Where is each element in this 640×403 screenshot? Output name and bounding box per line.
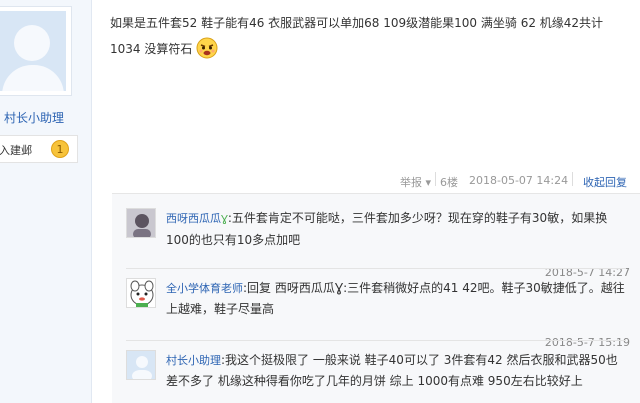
author-level-box: 入建邺 1 bbox=[0, 135, 78, 163]
reply-timestamp: 2018-5-7 15:19 bbox=[544, 336, 630, 349]
author-avatar-frame[interactable] bbox=[0, 6, 72, 96]
avatar[interactable] bbox=[126, 350, 156, 380]
angry-face-emoji-icon bbox=[196, 37, 218, 59]
collapse-replies-link[interactable]: 收起回复 bbox=[583, 174, 627, 190]
reply-content: 全小学体育老师:回复 西呀西瓜瓜Ɣ:三件套稍微好点的41 42吧。鞋子30敏捷低… bbox=[166, 278, 628, 320]
report-link[interactable]: 举报 ▾ bbox=[400, 174, 431, 190]
post-content: 如果是五件套52 鞋子能有46 衣服武器可以单加68 109级潜能果100 满坐… bbox=[110, 10, 630, 62]
reply-divider bbox=[126, 340, 626, 341]
reply-content: 西呀西瓜瓜Ɣ:五件套肯定不可能哒，三件套加多少呀？现在穿的鞋子有30敏，如果换1… bbox=[166, 208, 628, 251]
verified-icon: Ɣ bbox=[221, 214, 228, 225]
avatar[interactable] bbox=[126, 278, 156, 308]
meta-divider bbox=[435, 172, 436, 186]
reply-text: :五件套肯定不可能哒，三件套加多少呀？现在穿的鞋子有30敏，如果换100的也只有… bbox=[166, 211, 608, 247]
reply-text: :我这个挺极限了 一般来说 鞋子40可以了 3件套有42 然后衣服和武器50也差… bbox=[166, 353, 618, 388]
avatar[interactable] bbox=[0, 11, 66, 91]
level-badge-icon: 1 bbox=[51, 140, 69, 158]
reply-username[interactable]: 村长小助理 bbox=[166, 354, 221, 367]
post-timestamp: 2018-05-07 14:24 bbox=[469, 174, 569, 187]
reply-username[interactable]: 全小学体育老师 bbox=[166, 282, 243, 295]
reply-username[interactable]: 西呀西瓜瓜 bbox=[166, 212, 221, 225]
author-username[interactable]: 村长小助理 bbox=[4, 109, 64, 126]
avatar[interactable] bbox=[126, 208, 156, 238]
meta-divider bbox=[572, 172, 573, 186]
reply-divider bbox=[126, 268, 626, 269]
post-body-text: 如果是五件套52 鞋子能有46 衣服武器可以单加68 109级潜能果100 满坐… bbox=[110, 16, 604, 56]
author-level-label: 入建邺 bbox=[0, 144, 32, 157]
reply-panel: 西呀西瓜瓜Ɣ:五件套肯定不可能哒，三件套加多少呀？现在穿的鞋子有30敏，如果换1… bbox=[112, 193, 640, 403]
avatar-body-shape bbox=[2, 65, 64, 91]
avatar-head-shape bbox=[14, 25, 50, 61]
reply-content: 村长小助理:我这个挺极限了 一般来说 鞋子40可以了 3件套有42 然后衣服和武… bbox=[166, 350, 628, 392]
floor-number: 6楼 bbox=[440, 176, 458, 189]
author-sidebar: 村长小助理 入建邺 1 bbox=[0, 0, 92, 403]
